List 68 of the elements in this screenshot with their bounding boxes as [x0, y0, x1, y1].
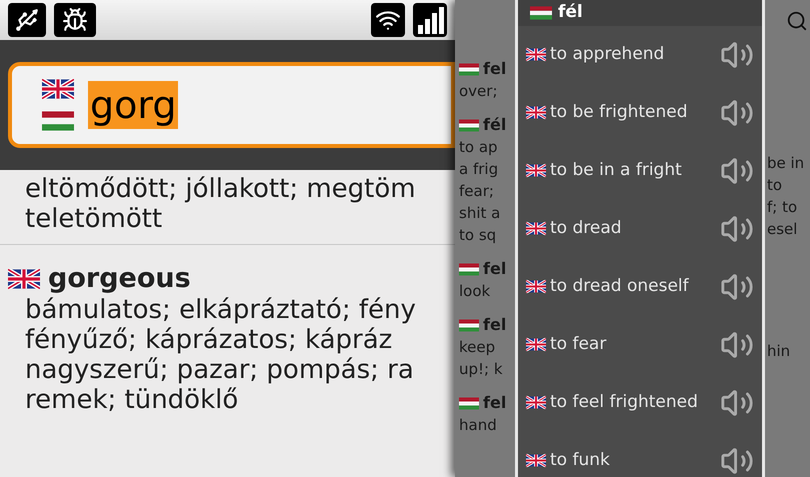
translation-text: esel — [767, 219, 798, 240]
hungary-flag-icon — [459, 262, 479, 276]
uk-flag-icon — [526, 454, 546, 467]
translation-text: to fear — [550, 332, 608, 356]
translation-text: over; — [459, 81, 499, 102]
hungary-flag-icon — [459, 62, 479, 76]
hungary-flag-icon — [459, 118, 479, 132]
translation-text: bámulatos; elkápráztató; fény — [25, 295, 417, 325]
popup-title: fél — [558, 1, 583, 24]
translation-text: fear; — [459, 181, 495, 202]
uk-flag-icon — [526, 280, 546, 293]
translation-text: to feel frightened — [550, 390, 699, 414]
translation-text: to — [767, 175, 784, 196]
headword: gorgeous — [48, 263, 191, 295]
uk-flag-icon — [526, 164, 546, 177]
uk-flag-icon — [526, 48, 546, 61]
search-field[interactable]: gorg — [8, 62, 455, 148]
hungary-flag-icon — [459, 318, 479, 332]
headword: fel — [483, 58, 506, 80]
translation-text: to sq — [459, 225, 498, 246]
signal-icon — [413, 3, 447, 37]
wifi-icon — [371, 3, 405, 37]
translation-text: to ap — [459, 137, 499, 158]
translation-text: shit a — [459, 203, 502, 224]
uk-flag-icon — [8, 269, 40, 289]
headword: fel — [483, 258, 506, 280]
translation-text: a frig — [459, 159, 500, 180]
hungary-flag-icon — [42, 111, 74, 131]
translation-item[interactable]: to dread oneself — [518, 258, 762, 316]
translation-text: to apprehend — [550, 42, 666, 66]
bug-icon — [54, 3, 96, 37]
uk-flag-icon — [42, 79, 74, 99]
uk-flag-icon — [526, 222, 546, 235]
hungary-flag-icon — [530, 6, 552, 20]
translation-text: f; to — [767, 197, 798, 218]
translation-text: teletömött — [25, 204, 164, 234]
translation-text: look — [459, 281, 492, 302]
usb-icon — [8, 3, 46, 37]
translation-item[interactable]: to be in a fright — [518, 142, 762, 200]
translation-text: eltömődött; jóllakott; megtöm — [25, 174, 417, 204]
translation-item[interactable]: to be frightened — [518, 84, 762, 142]
uk-flag-icon — [526, 338, 546, 351]
translation-text: remek; tündöklő — [25, 385, 240, 415]
uk-flag-icon — [526, 396, 546, 409]
translation-text: hand — [459, 415, 498, 436]
translation-item[interactable]: to apprehend — [518, 26, 762, 84]
translation-item[interactable]: to dread — [518, 200, 762, 258]
search-icon[interactable] — [786, 10, 808, 32]
translation-item[interactable]: to fear — [518, 316, 762, 374]
search-text: gorg — [88, 81, 178, 129]
translation-text: fényűző; káprázatos; kápráz — [25, 325, 394, 355]
hungary-flag-icon — [459, 396, 479, 410]
translation-text: up!; k — [459, 359, 504, 380]
headword: fél — [483, 114, 506, 136]
translation-text: hin — [767, 341, 792, 362]
translation-item[interactable]: to feel frightened — [518, 374, 762, 432]
translation-text: be in — [767, 153, 806, 174]
headword: fel — [483, 392, 506, 414]
translation-text: to be in a fright — [550, 158, 683, 182]
translation-text: nagyszerű; pazar; pompás; ra — [25, 355, 415, 385]
translation-text: keep — [459, 337, 496, 358]
headword: fel — [483, 314, 506, 336]
translation-text: to funk — [550, 448, 611, 472]
translation-text: to be frightened — [550, 100, 689, 124]
translation-text: to dread oneself — [550, 274, 690, 298]
translation-item[interactable]: to funk — [518, 432, 762, 477]
uk-flag-icon — [526, 106, 546, 119]
translation-text: to dread — [550, 216, 623, 240]
